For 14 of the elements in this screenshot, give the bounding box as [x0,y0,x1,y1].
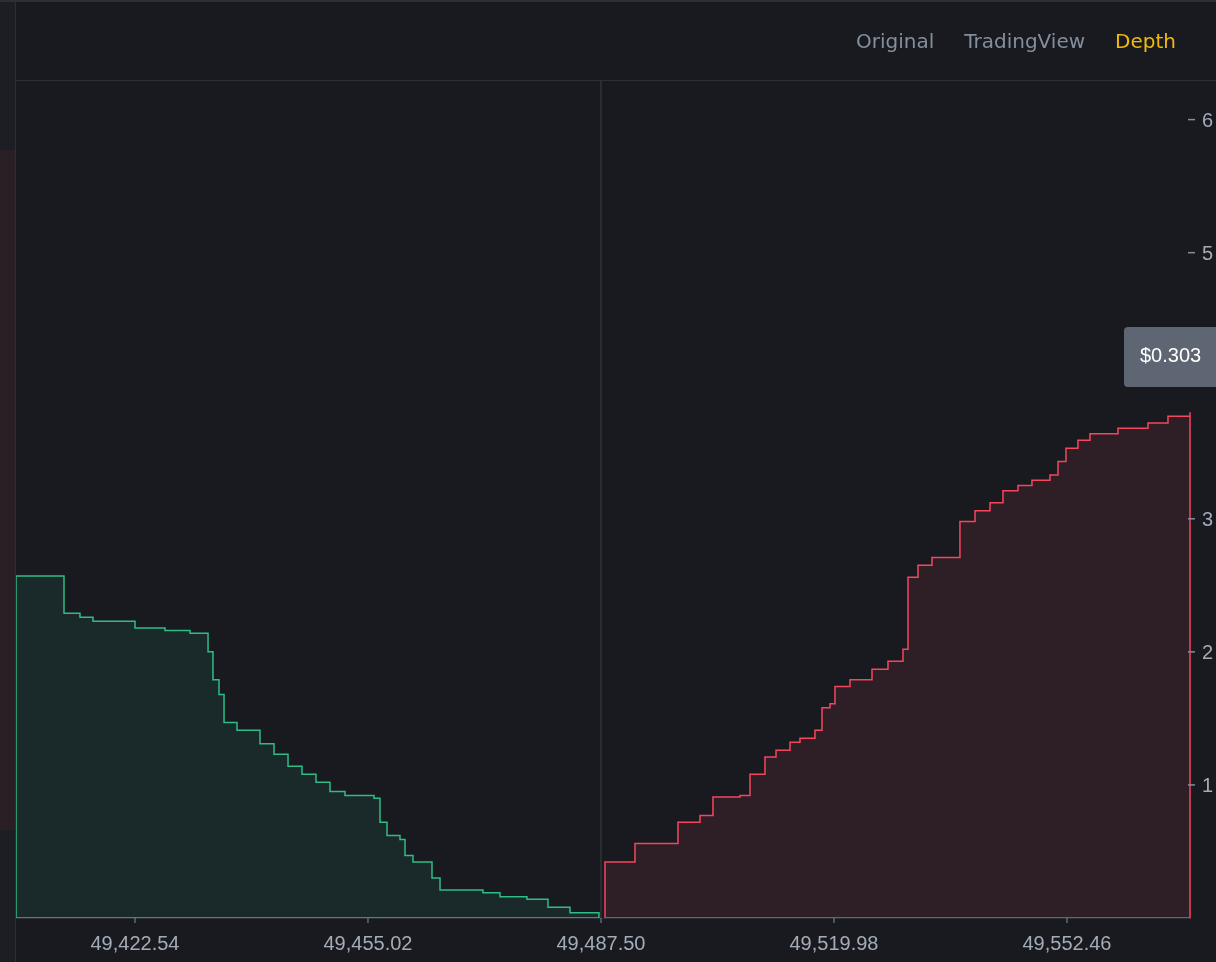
y-axis-label: 3 [1202,507,1214,530]
x-axis-label: 49,487.50 [556,932,646,954]
chart-tab[interactable]: Depth [1115,29,1176,53]
y-axis-label: 1 [1202,773,1214,796]
x-axis-label: 49,552.46 [1022,932,1112,954]
y-axis-label: 6 [1202,108,1214,131]
chart-tab[interactable]: TradingView [964,29,1086,53]
x-axis-label: 49,422.54 [90,932,180,954]
y-axis-label: 5 [1202,241,1214,264]
x-axis-label: 49,455.02 [323,932,413,954]
y-axis-label: 2 [1202,640,1214,663]
chart-tab[interactable]: Original [855,29,935,53]
price-tooltip: $0.303 [1124,327,1216,387]
x-axis-label: 49,519.98 [789,932,879,954]
